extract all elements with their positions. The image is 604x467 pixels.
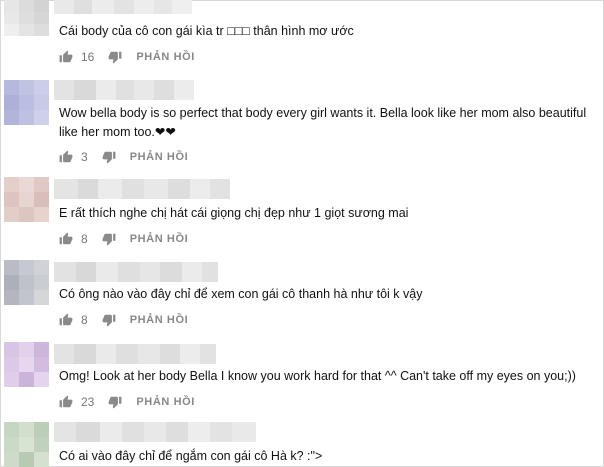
avatar-tile bbox=[19, 422, 34, 437]
comment-text: Cái body của cô con gái kìa tr □□□ thân … bbox=[59, 24, 354, 38]
author-name-blurred[interactable] bbox=[54, 262, 218, 282]
like-count: 3 bbox=[81, 150, 88, 164]
author-name-blurred[interactable] bbox=[54, 80, 194, 100]
avatar-tile bbox=[4, 275, 19, 290]
avatar-tile bbox=[4, 80, 19, 95]
avatar-tile bbox=[34, 192, 49, 207]
author-name-blurred[interactable] bbox=[54, 422, 256, 442]
like-count: 8 bbox=[81, 313, 88, 327]
avatar[interactable] bbox=[4, 80, 49, 125]
avatar-tile bbox=[34, 80, 49, 95]
avatar-tile bbox=[19, 12, 34, 24]
like-count: 23 bbox=[81, 395, 95, 409]
like-count: 8 bbox=[81, 232, 88, 246]
avatar[interactable] bbox=[4, 422, 49, 467]
avatar-tile bbox=[4, 357, 19, 372]
comment-text: Có ai vào đây chỉ để ngắm con gái cô Hà … bbox=[59, 449, 323, 463]
avatar-tile bbox=[4, 110, 19, 125]
avatar-tile bbox=[34, 260, 49, 275]
avatar[interactable] bbox=[4, 177, 49, 222]
thumbs-up-icon[interactable] bbox=[59, 150, 73, 164]
avatar-tile bbox=[34, 342, 49, 357]
author-name-blurred[interactable] bbox=[54, 0, 192, 14]
avatar-tile bbox=[34, 0, 49, 12]
avatar-tile bbox=[34, 372, 49, 387]
avatar-tile bbox=[34, 452, 49, 467]
avatar-tile bbox=[19, 110, 34, 125]
avatar-tile bbox=[4, 95, 19, 110]
thumbs-up-icon[interactable] bbox=[59, 50, 73, 64]
avatar-tile bbox=[4, 342, 19, 357]
avatar-tile bbox=[34, 275, 49, 290]
avatar-tile bbox=[4, 207, 19, 222]
like-count: 16 bbox=[81, 50, 95, 64]
comment-text: Có ông nào vào đây chỉ để xem con gái cô… bbox=[59, 287, 423, 301]
avatar-tile bbox=[4, 24, 19, 36]
avatar-tile bbox=[34, 95, 49, 110]
avatar-tile bbox=[19, 177, 34, 192]
thumbs-down-icon[interactable] bbox=[108, 50, 122, 64]
avatar-tile bbox=[19, 80, 34, 95]
thumbs-down-icon[interactable] bbox=[102, 313, 116, 327]
thumbs-down-icon[interactable] bbox=[102, 150, 116, 164]
avatar-tile bbox=[34, 422, 49, 437]
avatar-tile bbox=[34, 357, 49, 372]
avatar-tile bbox=[19, 260, 34, 275]
author-name-blurred[interactable] bbox=[54, 179, 230, 199]
thumbs-up-icon[interactable] bbox=[59, 395, 73, 409]
avatar[interactable] bbox=[4, 260, 49, 305]
reply-button[interactable]: PHẢN HỒI bbox=[130, 233, 189, 245]
avatar-tile bbox=[34, 290, 49, 305]
avatar-tile bbox=[19, 207, 34, 222]
thumbs-up-icon[interactable] bbox=[59, 232, 73, 246]
avatar-tile bbox=[34, 110, 49, 125]
thumbs-up-icon[interactable] bbox=[59, 313, 73, 327]
avatar-tile bbox=[4, 0, 19, 12]
author-name-blurred[interactable] bbox=[54, 344, 216, 364]
avatar-tile bbox=[19, 342, 34, 357]
thumbs-down-icon[interactable] bbox=[102, 232, 116, 246]
avatar-tile bbox=[4, 452, 19, 467]
avatar-tile bbox=[4, 192, 19, 207]
avatar-tile bbox=[19, 357, 34, 372]
avatar-tile bbox=[19, 290, 34, 305]
avatar-tile bbox=[4, 12, 19, 24]
avatar-tile bbox=[4, 177, 19, 192]
avatar-tile bbox=[19, 372, 34, 387]
avatar-tile bbox=[34, 437, 49, 452]
avatar-tile bbox=[19, 437, 34, 452]
avatar-tile bbox=[34, 207, 49, 222]
reply-button[interactable]: PHẢN HỒI bbox=[130, 314, 189, 326]
avatar-tile bbox=[4, 437, 19, 452]
reply-button[interactable]: PHẢN HỒI bbox=[136, 51, 195, 63]
avatar-tile bbox=[19, 192, 34, 207]
avatar-tile bbox=[4, 260, 19, 275]
comment-text: Wow bella body is so perfect that body e… bbox=[59, 106, 587, 139]
avatar-tile bbox=[34, 24, 49, 36]
avatar-tile bbox=[19, 95, 34, 110]
avatar-tile bbox=[19, 275, 34, 290]
avatar-tile bbox=[4, 372, 19, 387]
avatar-tile bbox=[34, 177, 49, 192]
avatar-tile bbox=[34, 12, 49, 24]
avatar-tile bbox=[4, 290, 19, 305]
avatar[interactable] bbox=[4, 0, 49, 36]
avatar-tile bbox=[4, 422, 19, 437]
reply-button[interactable]: PHẢN HỒI bbox=[136, 396, 195, 408]
avatar-tile bbox=[19, 24, 34, 36]
avatar[interactable] bbox=[4, 342, 49, 387]
avatar-tile bbox=[19, 0, 34, 12]
thumbs-down-icon[interactable] bbox=[108, 395, 122, 409]
avatar-tile bbox=[19, 452, 34, 467]
reply-button[interactable]: PHẢN HỒI bbox=[130, 151, 189, 163]
comment-text: E rất thích nghe chị hát cái giọng chị đ… bbox=[59, 206, 409, 220]
comment-text: Omg! Look at her body Bella I know you w… bbox=[59, 369, 576, 383]
